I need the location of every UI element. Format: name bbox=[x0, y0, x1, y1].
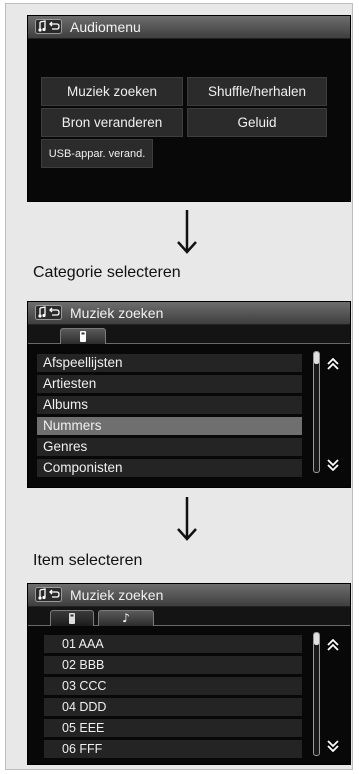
screen-title: Audiomenu bbox=[70, 19, 141, 35]
tab-usb[interactable] bbox=[50, 610, 94, 626]
scrollbar[interactable] bbox=[313, 632, 320, 756]
scrollbar[interactable] bbox=[313, 351, 320, 473]
list-item-track[interactable]: 06 FFF bbox=[44, 740, 302, 758]
audio-back-icon[interactable] bbox=[35, 19, 62, 34]
list-item-afspeellijsten[interactable]: Afspeellijsten bbox=[37, 354, 302, 372]
tab-bar bbox=[28, 325, 350, 344]
step-label-category: Categorie selecteren bbox=[33, 264, 181, 281]
music-search-item-screen: Muziek zoeken ♪ 01 AAA 02 BBB 03 CCC 04 … bbox=[27, 583, 351, 765]
list-item-track[interactable]: 05 EEE bbox=[44, 719, 302, 737]
screen-header: Audiomenu bbox=[28, 16, 350, 39]
screen-title: Muziek zoeken bbox=[70, 305, 164, 321]
usb-device-icon bbox=[80, 331, 86, 342]
bron-veranderen-button[interactable]: Bron veranderen bbox=[41, 108, 183, 137]
tab-music[interactable]: ♪ bbox=[98, 610, 154, 626]
down-arrow-icon bbox=[177, 210, 197, 254]
scrollbar-thumb[interactable] bbox=[314, 352, 319, 364]
down-arrow-icon bbox=[177, 497, 197, 541]
list-item-nummers-selected[interactable]: Nummers bbox=[37, 417, 302, 435]
scroll-up-icon[interactable] bbox=[326, 358, 340, 370]
step-label-item: Item selecteren bbox=[33, 552, 143, 569]
shuffle-herhalen-button[interactable]: Shuffle/herhalen bbox=[187, 77, 327, 106]
list-item-track[interactable]: 03 CCC bbox=[44, 677, 302, 695]
list-item-genres[interactable]: Genres bbox=[37, 438, 302, 456]
tab-usb[interactable] bbox=[60, 328, 106, 344]
usb-apparaat-veranderen-button[interactable]: USB-appar. verand. bbox=[41, 139, 153, 168]
scroll-down-icon[interactable] bbox=[326, 740, 340, 752]
list-item-track[interactable]: 01 AAA bbox=[44, 635, 302, 653]
music-note-icon: ♪ bbox=[122, 611, 130, 625]
tab-bar: ♪ bbox=[28, 607, 350, 626]
list-item-albums[interactable]: Albums bbox=[37, 396, 302, 414]
screen-header: Muziek zoeken bbox=[28, 302, 350, 325]
scroll-up-icon[interactable] bbox=[326, 639, 340, 651]
scroll-down-icon[interactable] bbox=[326, 459, 340, 471]
screen-header: Muziek zoeken bbox=[28, 584, 350, 607]
geluid-button[interactable]: Geluid bbox=[187, 108, 327, 137]
list-item-artiesten[interactable]: Artiesten bbox=[37, 375, 302, 393]
list-item-track[interactable]: 02 BBB bbox=[44, 656, 302, 674]
audio-back-icon[interactable] bbox=[35, 587, 62, 602]
scrollbar-thumb[interactable] bbox=[314, 633, 319, 645]
muziek-zoeken-button[interactable]: Muziek zoeken bbox=[41, 77, 183, 106]
screen-title: Muziek zoeken bbox=[70, 587, 164, 603]
usb-device-icon bbox=[69, 613, 75, 624]
list-item-track[interactable]: 04 DDD bbox=[44, 698, 302, 716]
music-search-category-screen: Muziek zoeken Afspeellijsten Artiesten A… bbox=[27, 301, 351, 488]
list-item-componisten[interactable]: Componisten bbox=[37, 459, 302, 477]
audio-back-icon[interactable] bbox=[35, 305, 62, 320]
audio-menu-screen: Audiomenu Muziek zoeken Shuffle/herhalen… bbox=[27, 15, 351, 202]
